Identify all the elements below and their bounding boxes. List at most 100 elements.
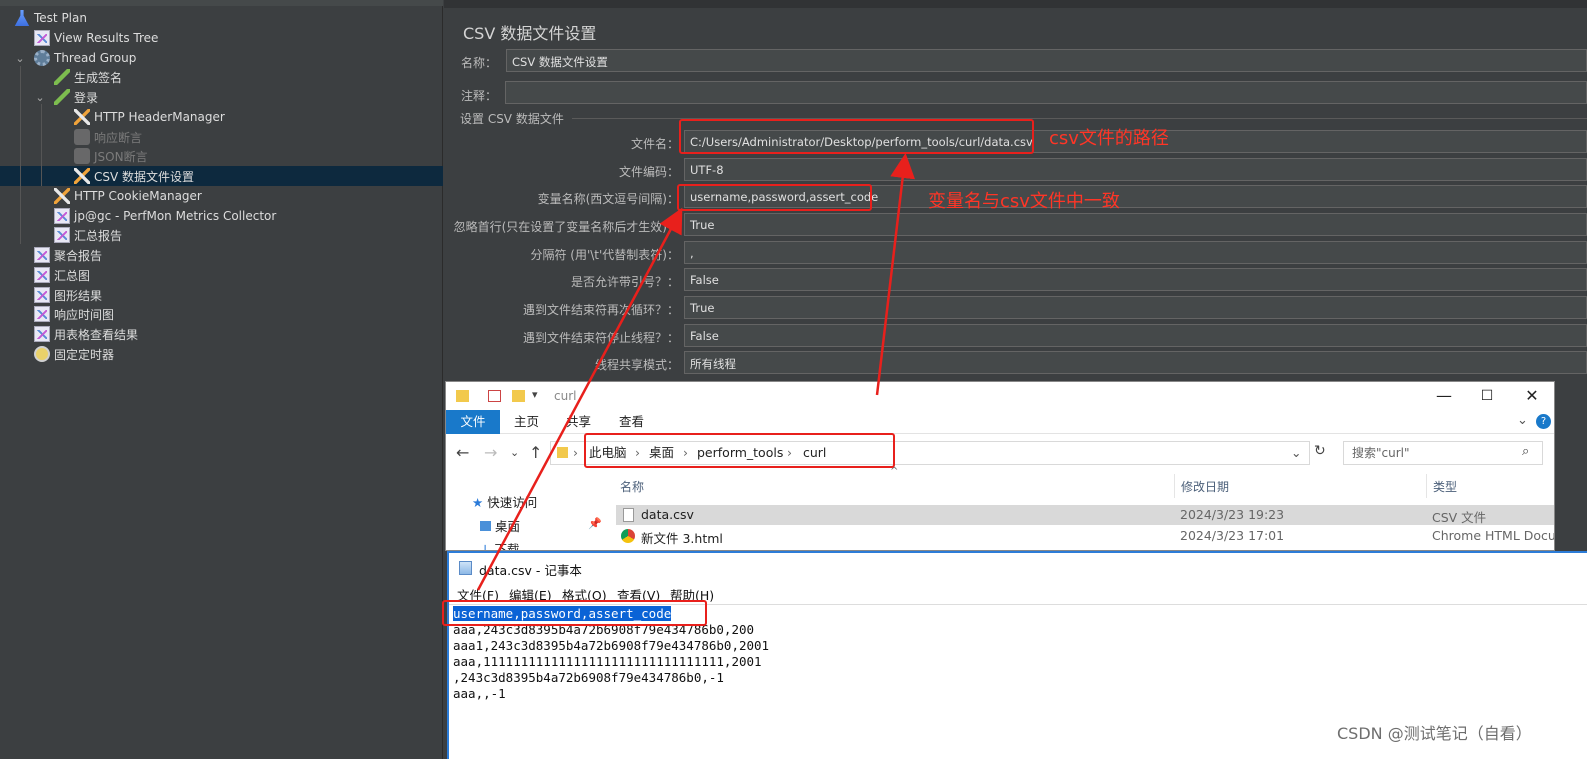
test-plan-tree: Test Plan View Results Tree ⌄ Thread Gro…	[0, 0, 443, 759]
sharing-mode-label: 线程共享模式：	[594, 358, 679, 372]
tree-item-table-results[interactable]: 用表格查看结果	[34, 324, 138, 344]
star-icon: ★	[472, 495, 484, 510]
ribbon-tab-share[interactable]: 共享	[566, 412, 591, 432]
column-header-date[interactable]: 修改日期	[1181, 478, 1229, 495]
csv-group-title: 设置 CSV 数据文件	[460, 112, 564, 126]
tree-item-response-time-graph[interactable]: 响应时间图	[34, 304, 114, 324]
tree-item-test-plan[interactable]: Test Plan	[14, 8, 87, 28]
desktop-icon	[480, 521, 491, 531]
tree-item-label: 固定定时器	[54, 347, 115, 362]
notepad-icon	[459, 561, 472, 575]
stop-thread-eof-label: 遇到文件结束符停止线程？：	[522, 331, 679, 345]
breadcrumb-chevron-icon[interactable]: ›	[573, 442, 578, 464]
assertion-icon	[74, 148, 90, 164]
tree-item-sign[interactable]: 生成签名	[54, 67, 122, 87]
quick-access-dropdown-icon[interactable]: ▾	[532, 388, 538, 401]
download-icon: ↓	[480, 542, 491, 551]
csv-line: aaa,,-1	[453, 686, 506, 701]
nav-desktop[interactable]: 桌面	[480, 516, 520, 535]
chart-icon	[34, 247, 50, 263]
recent-dropdown-icon[interactable]: ⌄	[510, 446, 519, 459]
column-divider[interactable]	[1174, 474, 1175, 498]
column-header-type[interactable]: 类型	[1433, 478, 1457, 495]
tree-item-http-header-manager[interactable]: HTTP HeaderManager	[74, 107, 225, 127]
help-icon[interactable]: ?	[1536, 414, 1551, 429]
delimiter-field[interactable]: ,	[684, 241, 1587, 264]
tree-guide-line	[41, 104, 42, 186]
annotation-box-breadcrumb	[584, 433, 895, 468]
tree-item-thread-group[interactable]: ⌄ Thread Group	[14, 48, 136, 68]
tree-item-aggregate-report[interactable]: 聚合报告	[34, 245, 102, 265]
chart-icon	[34, 287, 50, 303]
annotation-box-filename	[679, 119, 1034, 154]
tree-item-perfmon-collector[interactable]: jp@gc - PerfMon Metrics Collector	[54, 206, 276, 226]
wrench-icon	[74, 168, 90, 184]
refresh-icon[interactable]: ↻	[1314, 443, 1326, 459]
tree-item-summary-report[interactable]: 汇总报告	[54, 225, 122, 245]
ribbon-tab-file[interactable]: 文件	[446, 410, 500, 434]
ribbon-tab-view[interactable]: 查看	[619, 412, 644, 432]
panel-top-strip	[444, 0, 1587, 8]
search-input[interactable]: 搜索"curl"	[1343, 441, 1543, 465]
tree-item-http-cookie-manager[interactable]: HTTP CookieManager	[54, 186, 202, 206]
forward-arrow-icon[interactable]: →	[484, 443, 497, 462]
file-name: 新文件 3.html	[641, 531, 723, 546]
column-divider[interactable]	[1426, 474, 1427, 498]
delimiter-label: 分隔符 (用'\t'代替制表符)：	[530, 248, 679, 262]
csv-line: aaa1,243c3d8395b4a72b6908f79e434786b0,20…	[453, 638, 770, 653]
properties-icon[interactable]	[488, 390, 501, 402]
tree-item-label: 响应断言	[94, 130, 143, 145]
address-dropdown-icon[interactable]: ⌄	[1291, 442, 1301, 464]
tree-item-label: 汇总报告	[74, 228, 123, 243]
tree-item-label: 图形结果	[54, 288, 103, 303]
name-field[interactable]: CSV 数据文件设置	[506, 49, 1587, 72]
nav-quick-access[interactable]: ★ 快速访问	[472, 492, 537, 511]
nav-label: 桌面	[494, 519, 520, 534]
comment-field[interactable]	[505, 81, 1587, 104]
chevron-down-icon[interactable]: ⌄	[34, 91, 46, 104]
encoding-field[interactable]: UTF-8	[684, 158, 1587, 181]
file-date: 2024/3/23 19:23	[1180, 507, 1285, 522]
new-folder-icon[interactable]	[512, 390, 525, 402]
up-arrow-icon[interactable]: ↑	[529, 443, 542, 462]
explorer-title: curl	[554, 389, 577, 403]
tree-item-label: Thread Group	[54, 51, 137, 65]
maximize-icon[interactable]: ☐	[1464, 384, 1510, 408]
encoding-label: 文件编码：	[618, 165, 679, 179]
nav-downloads[interactable]: ↓ 下载	[480, 539, 519, 551]
close-icon[interactable]: ✕	[1509, 384, 1554, 408]
allow-quoted-field[interactable]: False	[684, 268, 1587, 291]
tree-item-label: Test Plan	[34, 11, 87, 25]
recycle-eof-field[interactable]: True	[684, 296, 1587, 319]
ignore-first-line-field[interactable]: True	[684, 213, 1587, 236]
file-row[interactable]: 新文件 3.html 2024/3/23 17:01 Chrome HTML D…	[616, 526, 1554, 546]
stop-thread-eof-field[interactable]: False	[684, 324, 1587, 347]
file-row[interactable]: data.csv 2024/3/23 19:23 CSV 文件	[616, 505, 1554, 525]
chart-icon	[34, 267, 50, 283]
tree-item-label: 用表格查看结果	[54, 327, 139, 342]
back-arrow-icon[interactable]: ←	[456, 443, 469, 462]
allow-quoted-label: 是否允许带引号？：	[570, 275, 679, 289]
tree-item-response-assertion[interactable]: 响应断言	[74, 127, 142, 147]
sharing-mode-field[interactable]: 所有线程	[684, 351, 1587, 374]
tree-item-aggregate-graph[interactable]: 汇总图	[34, 265, 90, 285]
chevron-down-icon[interactable]: ⌄	[14, 52, 26, 65]
tree-item-csv-data-set[interactable]: CSV 数据文件设置	[74, 166, 194, 186]
tree-item-json-assertion[interactable]: JSON断言	[74, 146, 148, 166]
folder-icon	[557, 447, 568, 458]
tree-item-constant-timer[interactable]: 固定定时器	[34, 344, 114, 364]
file-type: CSV 文件	[1432, 510, 1487, 525]
tree-item-login[interactable]: ⌄ 登录	[34, 87, 98, 107]
csv-line: aaa,11111111111111111111111111111111,200…	[453, 654, 762, 669]
tree-item-label: JSON断言	[94, 149, 148, 164]
search-icon[interactable]: ⌕	[1522, 444, 1529, 459]
column-header-name[interactable]: 名称	[620, 478, 644, 495]
minimize-icon[interactable]: —	[1421, 384, 1467, 408]
timer-icon	[34, 346, 50, 362]
annotation-box-varnames	[677, 184, 872, 211]
pin-icon[interactable]: 📌	[588, 517, 602, 530]
tree-item-view-results-tree[interactable]: View Results Tree	[34, 28, 158, 48]
ribbon-tab-home[interactable]: 主页	[514, 412, 539, 432]
tree-item-graph-results[interactable]: 图形结果	[34, 285, 102, 305]
ribbon-expand-icon[interactable]: ⌄	[1517, 413, 1528, 428]
